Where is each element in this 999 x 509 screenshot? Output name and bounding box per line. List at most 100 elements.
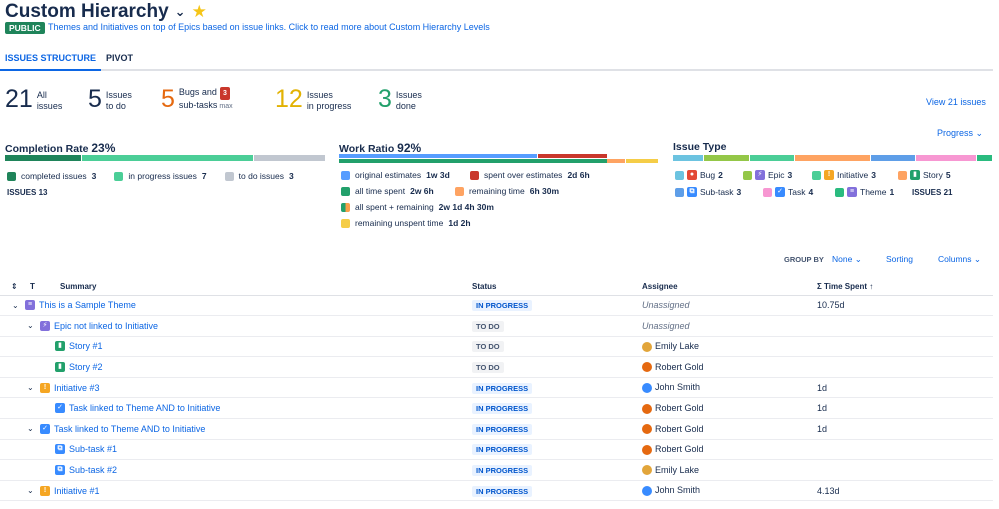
work-ratio-value: 92% (397, 141, 422, 155)
expand-toggle-icon[interactable]: ⌄ (27, 321, 36, 330)
sorting-button[interactable]: Sorting (886, 254, 913, 264)
counter-value: 12 (275, 85, 303, 113)
work-ratio-legend-item: spent over estimates 2d 6h (470, 170, 590, 180)
legend-completed: completed issues 3 (7, 171, 96, 181)
tab-pivot[interactable]: PIVOT (101, 53, 138, 71)
issues-count: 21 (943, 188, 953, 197)
description-link[interactable]: Themes and Initiatives on top of Epics b… (48, 22, 490, 32)
time-spent-cell (817, 315, 993, 337)
counter-3[interactable]: 12 Issues in progress (275, 87, 351, 112)
status-badge[interactable]: TO DO (472, 341, 504, 353)
issue-summary-link[interactable]: Story #1 (69, 341, 103, 351)
group-by-dropdown[interactable]: None ⌄ (832, 254, 862, 265)
issue-summary-link[interactable]: This is a Sample Theme (39, 300, 136, 310)
table-row[interactable]: ⧉ Sub-task #1 IN PROGRESS Robert Gold (0, 439, 993, 461)
issues-table-body: ⌄ ≡ This is a Sample Theme IN PROGRESS U… (0, 295, 993, 502)
avatar (642, 465, 652, 476)
completion-rate-value: 23% (91, 141, 116, 155)
table-row[interactable]: ▮ Story #1 TO DO Emily Lake (0, 336, 993, 358)
color-swatch (743, 170, 752, 180)
issue-summary-link[interactable]: Sub-task #1 (69, 444, 117, 454)
issue-summary-link[interactable]: Story #2 (69, 362, 103, 372)
counter-label-line1: All (36, 90, 47, 100)
counter-value: 5 (161, 85, 175, 113)
expand-toggle-icon[interactable]: ⌄ (27, 424, 36, 433)
status-badge[interactable]: IN PROGRESS (472, 465, 533, 477)
assignee-name: John Smith (655, 485, 701, 496)
avatar (642, 382, 652, 393)
table-row[interactable]: ✓ Task linked to Theme AND to Initiative… (0, 397, 993, 420)
assignee-cell: Emily Lake (642, 459, 817, 481)
column-header-summary[interactable]: Summary (60, 278, 472, 296)
columns-label: Columns (938, 254, 972, 264)
counter-value: 21 (5, 85, 33, 113)
task-icon: ✓ (40, 423, 50, 434)
legend-value: 5 (945, 170, 951, 180)
star-icon[interactable]: ★ (192, 2, 207, 22)
expand-toggle-icon[interactable]: ⌄ (12, 301, 21, 310)
progress-dropdown[interactable]: Progress ⌄ (937, 128, 983, 139)
counter-label: Issues in progress (307, 90, 352, 112)
issue-summary-link[interactable]: Epic not linked to Initiative (54, 321, 158, 331)
issue-summary-link[interactable]: Task linked to Theme AND to Initiative (69, 403, 220, 413)
table-row[interactable]: ⌄ ✓ Task linked to Theme AND to Initiati… (0, 418, 993, 440)
issue-type-issues-total: ISSUES 21 (912, 188, 952, 197)
issue-summary-link[interactable]: Task linked to Theme AND to Initiative (54, 424, 205, 434)
table-row[interactable]: ⌄ ⚡ Epic not linked to Initiative TO DO … (0, 315, 993, 337)
legend-value: 2d 6h (567, 170, 590, 180)
assignee-cell: Unassigned (642, 295, 817, 317)
issue-type-segment (703, 155, 749, 161)
issue-type-legend-item: ⧉ Sub-task 3 (675, 187, 741, 197)
table-row[interactable]: ⧉ Sub-task #2 IN PROGRESS Emily Lake (0, 459, 993, 481)
view-all-issues-link[interactable]: View 21 issues (926, 97, 986, 107)
color-swatch (812, 170, 821, 180)
legend-value: 1d 2h (448, 218, 471, 228)
task-icon: ✓ (55, 403, 65, 414)
assignee-cell: John Smith (642, 480, 817, 502)
status-badge[interactable]: TO DO (472, 320, 504, 332)
counter-1[interactable]: 5 Issues to do (88, 87, 132, 112)
columns-dropdown[interactable]: Columns ⌄ (938, 254, 981, 265)
issue-summary-link[interactable]: Initiative #1 (54, 486, 100, 496)
status-badge[interactable]: IN PROGRESS (472, 300, 533, 312)
table-row[interactable]: ⌄ ≡ This is a Sample Theme IN PROGRESS U… (0, 295, 993, 317)
expand-toggle-icon[interactable]: ⌄ (27, 383, 36, 392)
issues-label: ISSUES (912, 188, 942, 197)
legend-label: Bug (700, 170, 716, 180)
column-header-assignee[interactable]: Assignee (642, 278, 817, 296)
color-swatch (341, 218, 350, 228)
status-cell: IN PROGRESS (472, 418, 642, 440)
table-row[interactable]: ⌄ ! Initiative #3 IN PROGRESS John Smith… (0, 377, 993, 399)
status-badge[interactable]: IN PROGRESS (472, 485, 533, 497)
counter-0[interactable]: 21 All issues (5, 87, 62, 112)
column-header-status[interactable]: Status (472, 278, 642, 296)
legend-value: 2w 1d 4h 30m (438, 202, 494, 212)
initiative-icon: ! (40, 382, 50, 393)
issue-summary-link[interactable]: Initiative #3 (54, 383, 100, 393)
legend-label: remaining unspent time (355, 218, 444, 228)
max-label: max (219, 103, 233, 110)
status-badge[interactable]: IN PROGRESS (472, 382, 533, 394)
counter-2[interactable]: 5 Bugs and 3 sub-tasks max (161, 87, 233, 112)
tab-issues-structure[interactable]: ISSUES STRUCTURE (0, 53, 102, 71)
issue-type-segment (795, 155, 870, 161)
legend-label: remaining time (469, 186, 525, 196)
table-row[interactable]: ▮ Story #2 TO DO Robert Gold (0, 356, 993, 378)
status-cell: TO DO (472, 356, 642, 378)
legend-label: to do issues (238, 171, 285, 181)
counter-label-line2: issues (36, 101, 63, 111)
status-badge[interactable]: IN PROGRESS (472, 403, 533, 415)
table-row[interactable]: ⌄ ! Initiative #1 IN PROGRESS John Smith… (0, 480, 993, 502)
chevron-down-icon[interactable]: ⌄ (175, 4, 186, 20)
column-header-type[interactable]: T (30, 278, 60, 296)
legend-value: 7 (201, 171, 207, 181)
column-header-time-spent[interactable]: Σ Time Spent ↑ (817, 278, 993, 296)
expand-toggle-icon[interactable]: ⌄ (27, 486, 36, 495)
work-ratio-legend-item: original estimates 1w 3d (341, 170, 450, 180)
counter-4[interactable]: 3 Issues done (378, 87, 422, 112)
status-badge[interactable]: IN PROGRESS (472, 423, 533, 435)
expand-all-icon[interactable]: ⇕ (0, 278, 30, 296)
issue-summary-link[interactable]: Sub-task #2 (69, 465, 117, 475)
status-badge[interactable]: IN PROGRESS (472, 444, 533, 456)
status-badge[interactable]: TO DO (472, 362, 504, 374)
